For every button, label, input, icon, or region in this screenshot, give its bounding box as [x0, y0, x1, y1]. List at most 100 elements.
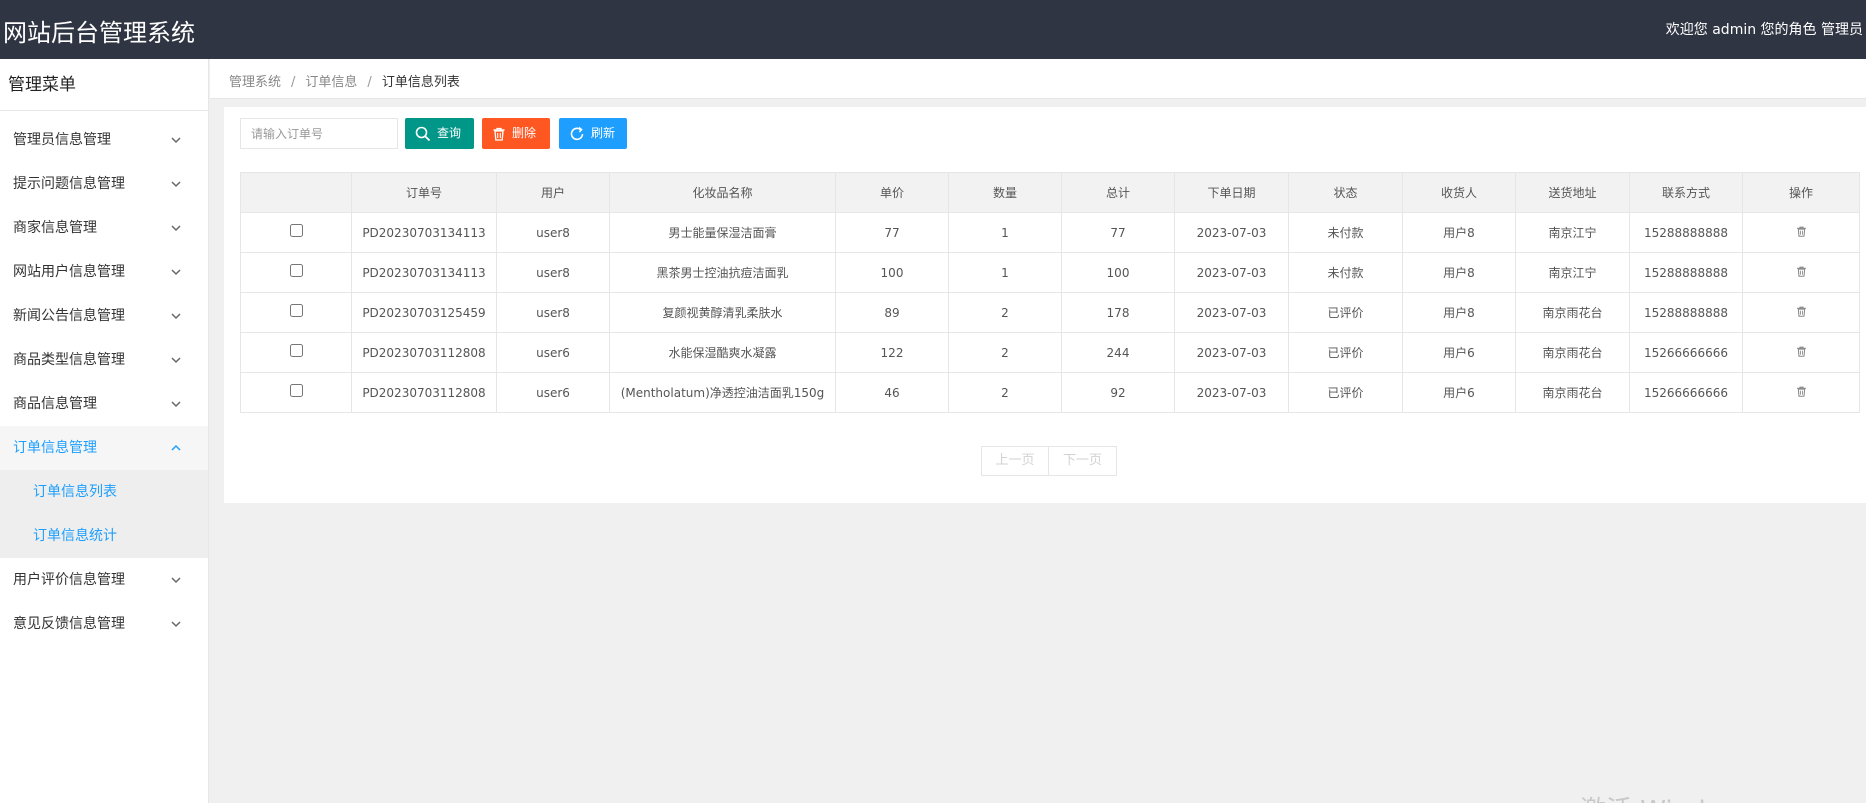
table-cell: 水能保湿酷爽水凝露 — [609, 332, 836, 373]
chevron-down-icon — [171, 225, 181, 232]
row-checkbox[interactable] — [289, 223, 303, 237]
sidebar-item-review[interactable]: 用户评价信息管理 — [0, 558, 208, 602]
table-cell: 2 — [948, 372, 1062, 413]
chevron-down-icon — [171, 313, 181, 320]
trash-icon[interactable] — [1796, 306, 1807, 317]
table-cell: 已评价 — [1288, 292, 1403, 333]
breadcrumb-item[interactable]: 管理系统 — [229, 75, 281, 90]
chevron-down-icon — [171, 269, 181, 276]
column-header: 化妆品名称 — [609, 172, 836, 213]
sidebar-item-order[interactable]: 订单信息管理 — [0, 426, 208, 470]
prev-page-button[interactable]: 上一页 — [981, 446, 1049, 476]
table-cell: (Mentholatum)净透控油洁面乳150g — [609, 372, 836, 413]
row-action-cell — [1742, 372, 1860, 413]
table-cell: PD20230703112808 — [351, 372, 497, 413]
sidebar-item-merchant[interactable]: 商家信息管理 — [0, 206, 208, 250]
sidebar-item-product[interactable]: 商品信息管理 — [0, 382, 208, 426]
sidebar-item-feedback[interactable]: 意见反馈信息管理 — [0, 602, 208, 646]
table-cell: PD20230703125459 — [351, 292, 497, 333]
table-cell: 2023-07-03 — [1174, 332, 1289, 373]
table-row: PD20230703112808 user6 (Mentholatum)净透控油… — [240, 372, 1860, 413]
trash-icon[interactable] — [1796, 266, 1807, 277]
table-cell: user8 — [496, 292, 610, 333]
table-cell: 1 — [948, 212, 1062, 253]
trash-icon[interactable] — [1796, 386, 1807, 397]
table-cell: 15288888888 — [1629, 252, 1743, 293]
table-cell: PD20230703112808 — [351, 332, 497, 373]
sidebar-title: 管理菜单 — [0, 59, 208, 111]
table-cell: 用户8 — [1402, 252, 1516, 293]
delete-button[interactable]: 删除 — [482, 118, 550, 149]
row-select-cell — [240, 292, 352, 333]
table-cell: 黑茶男士控油抗痘洁面乳 — [609, 252, 836, 293]
row-checkbox[interactable] — [289, 263, 303, 277]
chevron-down-icon — [171, 137, 181, 144]
table-cell: 2 — [948, 332, 1062, 373]
table-cell: 2023-07-03 — [1174, 212, 1289, 253]
sidebar-item-label: 用户评价信息管理 — [13, 572, 125, 588]
order-table: 订单号 用户 化妆品名称 单价 数量 总计 下单日期 状态 收货人 送货地址 联… — [240, 172, 1860, 413]
row-select-cell — [240, 212, 352, 253]
table-cell: 2 — [948, 292, 1062, 333]
row-checkbox[interactable] — [289, 303, 303, 317]
row-checkbox[interactable] — [289, 383, 303, 397]
breadcrumb-item[interactable]: 订单信息 — [305, 75, 357, 90]
sidebar-menu: 管理员信息管理 提示问题信息管理 商家信息管理 网站用户信息管理 新闻公告信息管… — [0, 118, 208, 646]
sidebar-item-question[interactable]: 提示问题信息管理 — [0, 162, 208, 206]
row-action-cell — [1742, 332, 1860, 373]
order-submenu: 订单信息列表 订单信息统计 — [0, 470, 208, 558]
sidebar-item-label: 网站用户信息管理 — [13, 264, 125, 280]
refresh-button[interactable]: 刷新 — [559, 118, 627, 149]
table-row: PD20230703134113 user8 黑茶男士控油抗痘洁面乳 100 1… — [240, 252, 1860, 293]
column-header: 状态 — [1288, 172, 1403, 213]
sidebar-item-label: 意见反馈信息管理 — [13, 616, 125, 632]
column-header: 单价 — [835, 172, 949, 213]
column-header: 下单日期 — [1174, 172, 1289, 213]
breadcrumb-bar: 管理系统 / 订单信息 / 订单信息列表 — [210, 59, 1866, 99]
table-cell: 南京雨花台 — [1515, 372, 1630, 413]
sidebar-item-label: 商品信息管理 — [13, 396, 97, 412]
delete-button-label: 删除 — [512, 126, 537, 140]
sidebar-item-news[interactable]: 新闻公告信息管理 — [0, 294, 208, 338]
table-cell: user6 — [496, 332, 610, 373]
column-header: 订单号 — [351, 172, 497, 213]
submenu-item-order-list[interactable]: 订单信息列表 — [0, 470, 208, 514]
sidebar-item-label: 订单信息管理 — [13, 440, 97, 456]
table-row: PD20230703125459 user8 复颜视黄醇清乳柔肤水 89 2 1… — [240, 292, 1860, 333]
table-cell: user8 — [496, 212, 610, 253]
app-title: 网站后台管理系统 — [3, 19, 195, 47]
table-cell: 89 — [835, 292, 949, 333]
table-cell: PD20230703134113 — [351, 212, 497, 253]
order-search-input[interactable] — [240, 118, 398, 149]
table-cell: 2023-07-03 — [1174, 252, 1289, 293]
top-header: 网站后台管理系统 欢迎您 admin 您的角色 管理员 — [0, 0, 1866, 59]
sidebar-item-label: 商家信息管理 — [13, 220, 97, 236]
table-cell: 已评价 — [1288, 332, 1403, 373]
table-cell: 244 — [1061, 332, 1175, 373]
submenu-item-order-stats[interactable]: 订单信息统计 — [0, 514, 208, 558]
table-cell: 100 — [1061, 252, 1175, 293]
row-select-cell — [240, 252, 352, 293]
trash-icon[interactable] — [1796, 226, 1807, 237]
table-cell: 15288888888 — [1629, 212, 1743, 253]
table-row: PD20230703112808 user6 水能保湿酷爽水凝露 122 2 2… — [240, 332, 1860, 373]
sidebar-item-admin[interactable]: 管理员信息管理 — [0, 118, 208, 162]
query-button[interactable]: 查询 — [405, 118, 474, 149]
column-header: 用户 — [496, 172, 610, 213]
refresh-icon — [570, 126, 584, 140]
table-cell: 未付款 — [1288, 212, 1403, 253]
table-cell: 用户8 — [1402, 212, 1516, 253]
trash-icon — [493, 127, 505, 141]
content-panel: 查询 删除 刷新 订单号 用户 化妆品名称 单价 数量 总计 下单日期 状态 — [224, 107, 1866, 503]
next-page-button[interactable]: 下一页 — [1049, 446, 1117, 476]
table-cell: 南京雨花台 — [1515, 332, 1630, 373]
refresh-button-label: 刷新 — [591, 126, 616, 140]
breadcrumb-current: 订单信息列表 — [381, 75, 460, 90]
sidebar-item-product-type[interactable]: 商品类型信息管理 — [0, 338, 208, 382]
pagination: 上一页 下一页 — [981, 446, 1117, 476]
column-header-select — [240, 172, 352, 213]
trash-icon[interactable] — [1796, 346, 1807, 357]
row-checkbox[interactable] — [289, 343, 303, 357]
sidebar-item-site-user[interactable]: 网站用户信息管理 — [0, 250, 208, 294]
welcome-text: 欢迎您 admin 您的角色 管理员 — [1665, 22, 1863, 38]
